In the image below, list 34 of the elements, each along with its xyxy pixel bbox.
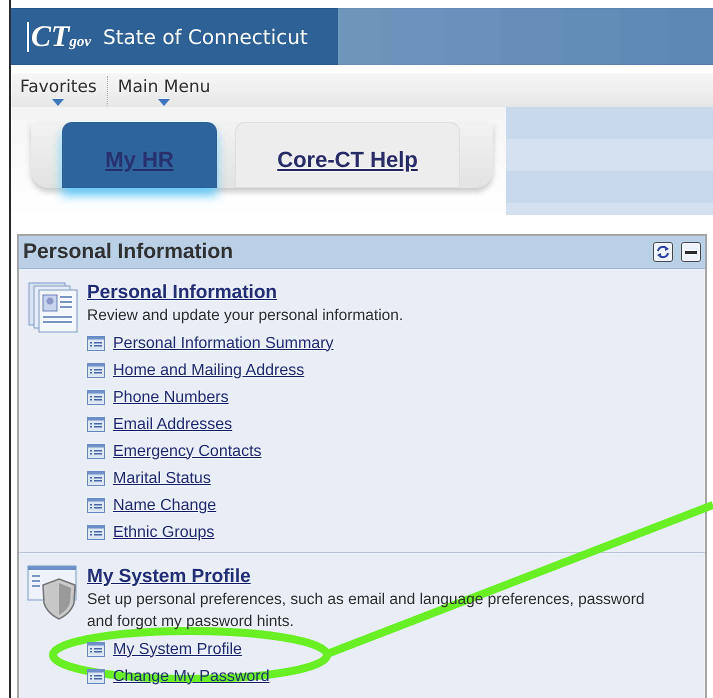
shield-window-icon [27, 565, 79, 621]
group-title-link[interactable]: My System Profile [87, 565, 251, 589]
pagelet-title: Personal Information [23, 239, 234, 266]
page-link[interactable]: Emergency Contacts [113, 440, 262, 464]
list-icon [87, 525, 105, 540]
group-title-link[interactable]: Personal Information [87, 281, 278, 305]
page-link[interactable]: Email Addresses [113, 412, 232, 436]
menu-dropdown[interactable]: Main Menu [118, 76, 210, 106]
list-icon [87, 417, 105, 432]
list-icon [87, 336, 105, 351]
list-icon [87, 498, 105, 513]
page-link[interactable]: Ethnic Groups [113, 520, 214, 544]
page-link[interactable]: Home and Mailing Address [113, 358, 304, 382]
list-icon [87, 363, 105, 378]
list-icon [87, 642, 105, 657]
list-icon [87, 390, 105, 405]
menu-dropdown[interactable]: Favorites [20, 76, 97, 106]
site-logo[interactable]: CTgov [27, 22, 92, 52]
tab[interactable]: Core-CT Help [235, 122, 460, 188]
refresh-icon [656, 245, 670, 259]
group-description: Review and update your personal information. [87, 306, 404, 326]
list-icon [87, 444, 105, 459]
page-link[interactable]: Phone Numbers [113, 386, 229, 410]
minus-icon [685, 250, 697, 254]
refresh-button[interactable] [653, 242, 673, 262]
page-link[interactable]: Marital Status [113, 466, 211, 490]
page-link[interactable]: Name Change [113, 494, 216, 518]
list-icon [87, 471, 105, 486]
document-stack-icon [27, 281, 79, 333]
collapse-button[interactable] [681, 242, 701, 262]
page-link[interactable]: Personal Information Summary [113, 332, 334, 356]
list-icon [87, 669, 105, 684]
page-link[interactable]: My System Profile [113, 638, 242, 662]
site-title: State of Connecticut [103, 24, 308, 50]
